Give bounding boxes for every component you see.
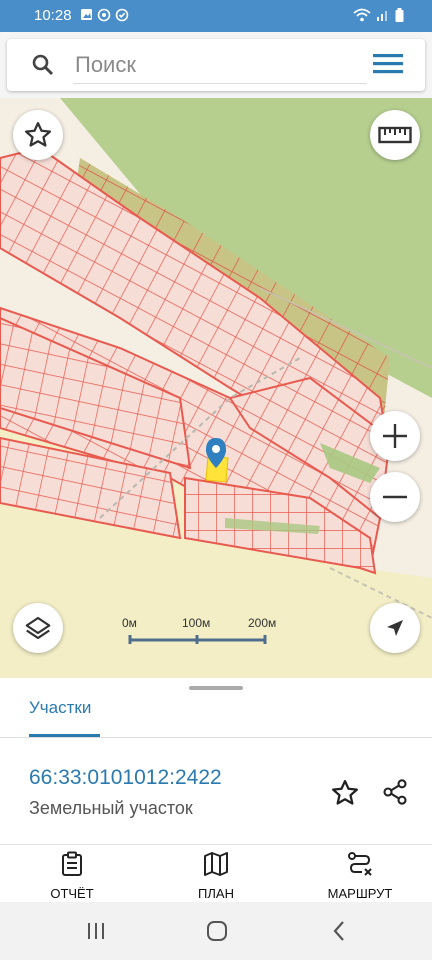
nav-plan-label: ПЛАН <box>198 886 234 901</box>
parcel-sheet: Участки 66:33:0101012:2422 Земельный уча… <box>0 678 432 844</box>
zoom-out-button[interactable] <box>370 472 420 522</box>
signal-icon <box>377 11 387 21</box>
my-location-button[interactable] <box>370 603 420 653</box>
share-icon[interactable] <box>381 778 409 806</box>
sheet-drag-handle[interactable] <box>189 686 243 690</box>
map-fold-icon <box>204 852 228 876</box>
nav-report[interactable]: ОТЧЁТ <box>17 851 127 901</box>
check-circle-icon <box>115 8 129 22</box>
star-icon <box>25 122 51 147</box>
layers-button[interactable] <box>13 603 63 653</box>
scale-bar <box>128 635 267 644</box>
nav-plan[interactable]: ПЛАН <box>161 851 271 901</box>
cadastral-number[interactable]: 66:33:0101012:2422 <box>29 766 222 790</box>
tab-parcels[interactable]: Участки <box>29 698 91 718</box>
search-icon[interactable] <box>31 53 55 77</box>
layers-icon <box>25 616 51 640</box>
battery-icon <box>395 8 404 22</box>
search-input[interactable] <box>73 47 367 84</box>
back-icon[interactable] <box>331 920 347 942</box>
recent-apps-icon[interactable] <box>86 921 106 941</box>
gallery-icon <box>81 9 92 20</box>
favorite-star-icon[interactable] <box>330 778 360 808</box>
plus-icon <box>383 424 407 448</box>
zoom-in-button[interactable] <box>370 411 420 461</box>
minus-icon <box>383 495 407 499</box>
navigation-arrow-icon <box>387 620 403 636</box>
ruler-button[interactable] <box>370 110 420 160</box>
status-bar: 10:28 <box>0 0 432 32</box>
map-canvas[interactable] <box>0 98 432 678</box>
whatsapp-icon <box>97 8 111 22</box>
property-type: Земельный участок <box>29 798 193 818</box>
ruler-icon <box>378 126 412 144</box>
nav-report-label: ОТЧЁТ <box>50 886 94 901</box>
bottom-navigation: ОТЧЁТ ПЛАН МАРШРУТ <box>0 844 432 903</box>
route-icon <box>348 852 372 876</box>
system-navigation-bar <box>0 902 432 960</box>
report-clipboard-icon <box>62 851 82 876</box>
top-bar <box>0 32 432 98</box>
divider <box>0 737 432 738</box>
system-status-icons <box>353 8 404 22</box>
map-view[interactable]: 0м 100м 200м <box>0 98 432 678</box>
search-box[interactable] <box>7 39 425 91</box>
map-scale: 0м 100м 200м <box>120 616 290 646</box>
hamburger-menu-icon[interactable] <box>373 53 403 75</box>
favorites-button[interactable] <box>13 110 63 160</box>
home-icon[interactable] <box>206 920 228 942</box>
status-time: 10:28 <box>34 7 72 24</box>
nav-route-label: МАРШРУТ <box>327 886 393 901</box>
notification-icons <box>80 8 129 22</box>
nav-route[interactable]: МАРШРУТ <box>305 851 415 901</box>
wifi-icon <box>353 8 371 22</box>
